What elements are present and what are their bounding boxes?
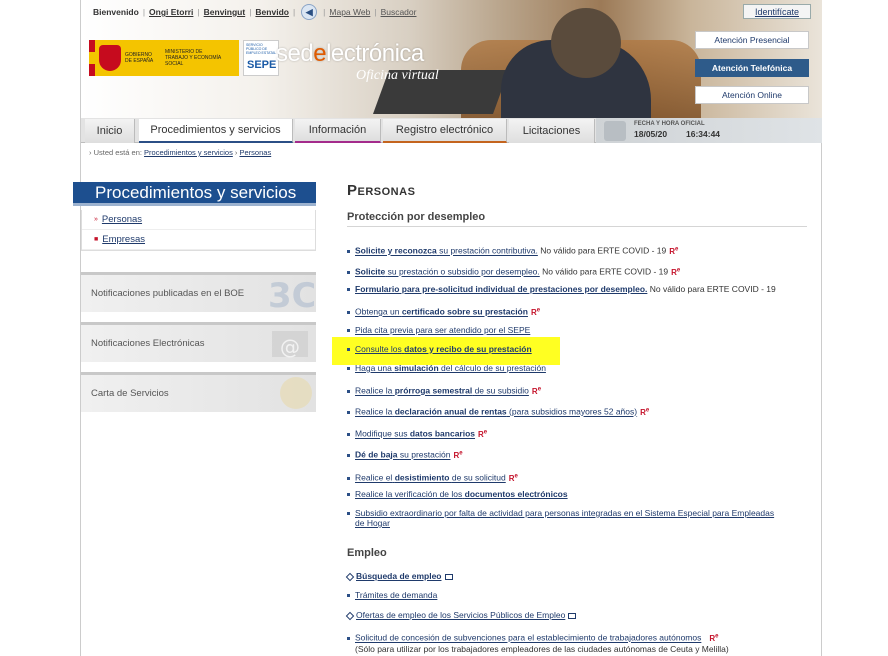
new-window-icon <box>444 573 453 580</box>
svg-text:@: @ <box>280 335 300 359</box>
sede-electronica-brand: sedelectrónica Oficina virtual <box>276 40 439 83</box>
clock-icon <box>604 121 626 141</box>
notificaciones-boe-box[interactable]: Notificaciones publicadas en el BOE 3C <box>81 272 316 312</box>
list-item[interactable]: Modifique sus datos bancarios Re <box>347 427 487 440</box>
list-item[interactable]: Realice la declaración anual de rentas (… <box>347 405 649 418</box>
list-item[interactable]: Formulario para pre-solicitud individual… <box>347 284 776 294</box>
main-tabs: Inicio Procedimientos y servicios Inform… <box>81 118 822 143</box>
list-item[interactable]: Ofertas de empleo de los Servicios Públi… <box>345 610 577 620</box>
list-item[interactable]: Realice la prórroga semestral de su subs… <box>347 384 541 397</box>
list-item[interactable]: Búsqueda de empleo <box>345 571 453 581</box>
official-date: 18/05/20 <box>634 129 668 139</box>
list-item[interactable]: Haga una simulación del cálculo de su pr… <box>347 363 546 373</box>
list-item[interactable]: Solicite y reconozca su prestación contr… <box>347 244 678 257</box>
list-item[interactable]: Solicitud de concesión de subvenciones p… <box>347 631 729 654</box>
list-item[interactable]: Realice el desistimiento de su solicitud… <box>347 471 518 484</box>
top-navigation: Bienvenido | Ongi Etorri | Benvingut | Benv… <box>91 4 419 20</box>
sepe-logo[interactable]: SERVICIO PÚBLICO DE EMPLEO ESTATAL SEPE <box>243 40 279 76</box>
re-icon: Re <box>669 246 679 256</box>
lang-euskera-link[interactable]: Ongi Etorri <box>147 7 195 17</box>
tab-procedimientos[interactable]: Procedimientos y servicios <box>139 119 293 143</box>
lang-galego-link[interactable]: Benvido <box>253 7 291 17</box>
re-icon: Re <box>508 473 518 483</box>
main-content: Personas Protección por desempleo <box>347 182 807 227</box>
banner-photo-person-head <box>551 8 621 78</box>
gov-name: GOBIERNO DE ESPAÑA <box>125 52 154 64</box>
spain-flag-icon <box>89 40 95 76</box>
list-item[interactable]: Dé de baja su prestación Re <box>347 448 463 461</box>
official-datetime: FECHA Y HORA OFICIAL 18/05/20 16:34:44 <box>596 118 822 143</box>
attention-presential-button[interactable]: Atención Presencial <box>695 31 809 49</box>
page-container: Bienvenido | Ongi Etorri | Benvingut | Benv… <box>73 0 822 656</box>
sidebar-title: Procedimientos y servicios <box>73 182 316 206</box>
re-icon: Re <box>453 450 463 460</box>
sidebar-item-empresas[interactable]: ■ Empresas <box>82 230 315 250</box>
notificaciones-electronicas-box[interactable]: Notificaciones Electrónicas @ <box>81 322 316 362</box>
section-empleo: Empleo <box>347 547 387 559</box>
tab-registro[interactable]: Registro electrónico <box>383 119 507 143</box>
sidebar-list: » Personas ■ Empresas <box>81 210 316 251</box>
external-link-icon <box>345 611 355 620</box>
list-item[interactable]: Obtenga un certificado sobre su prestaci… <box>347 305 540 318</box>
list-item[interactable]: Realice la verificación de los documento… <box>347 489 568 499</box>
lang-catala-link[interactable]: Benvingut <box>202 7 248 17</box>
re-icon: Re <box>671 267 681 277</box>
services-chart-icon <box>280 377 312 409</box>
list-item[interactable]: Solicite su prestación o subsidio por de… <box>347 265 680 278</box>
breadcrumb-procedimientos[interactable]: Procedimientos y servicios <box>144 148 233 157</box>
svg-text:3C: 3C <box>268 276 314 312</box>
official-time: 16:34:44 <box>686 129 721 139</box>
government-logo[interactable]: GOBIERNO DE ESPAÑA MINISTERIO DE TRABAJO… <box>89 40 239 76</box>
speaker-icon[interactable]: ◀ <box>301 4 318 20</box>
site-map-link[interactable]: Mapa Web <box>327 7 372 17</box>
carta-servicios-box[interactable]: Carta de Servicios <box>81 372 316 412</box>
attention-phone-button[interactable]: Atención Telefónica <box>695 59 809 77</box>
tab-inicio[interactable]: Inicio <box>85 119 135 143</box>
identify-button[interactable]: Identifícate <box>743 4 811 19</box>
attention-online-button[interactable]: Atención Online <box>695 86 809 104</box>
list-item[interactable]: Subsidio extraordinario por falta de act… <box>347 508 774 528</box>
re-icon: Re <box>640 407 650 417</box>
boe-decor-icon: 3C <box>268 276 314 312</box>
tab-licitaciones[interactable]: Licitaciones <box>509 119 595 143</box>
ministry-name: MINISTERIO DE TRABAJO Y ECONOMÍA SOCIAL <box>165 49 221 67</box>
list-item[interactable]: Trámites de demanda <box>347 590 437 600</box>
logos: GOBIERNO DE ESPAÑA MINISTERIO DE TRABAJO… <box>89 40 279 76</box>
section-proteccion: Protección por desempleo <box>347 211 807 227</box>
new-window-icon <box>568 612 577 619</box>
breadcrumb: › Usted está en: Procedimientos y servic… <box>89 148 272 157</box>
breadcrumb-personas[interactable]: Personas <box>240 148 272 157</box>
coat-of-arms-icon <box>99 45 121 71</box>
tab-informacion[interactable]: Información <box>295 119 381 143</box>
page-title: Personas <box>347 182 416 199</box>
re-icon: Re <box>530 307 541 317</box>
list-item[interactable]: Pida cita previa para ser atendido por e… <box>347 325 530 335</box>
sidebar-item-personas[interactable]: » Personas <box>82 210 315 230</box>
re-icon: Re <box>478 429 488 439</box>
re-icon: Re <box>709 633 719 643</box>
email-at-icon: @ <box>272 331 308 359</box>
brand-subtitle: Oficina virtual <box>356 68 439 83</box>
welcome-text: Bienvenido <box>93 7 139 17</box>
search-link[interactable]: Buscador <box>379 7 419 17</box>
header-banner: Bienvenido | Ongi Etorri | Benvingut | Benv… <box>81 0 822 118</box>
re-icon: Re <box>531 386 542 396</box>
external-link-icon <box>345 572 355 581</box>
list-item-consulte-datos[interactable]: Consulte los datos y recibo de su presta… <box>347 344 532 354</box>
section-empleo-wrap: Empleo <box>347 547 807 559</box>
